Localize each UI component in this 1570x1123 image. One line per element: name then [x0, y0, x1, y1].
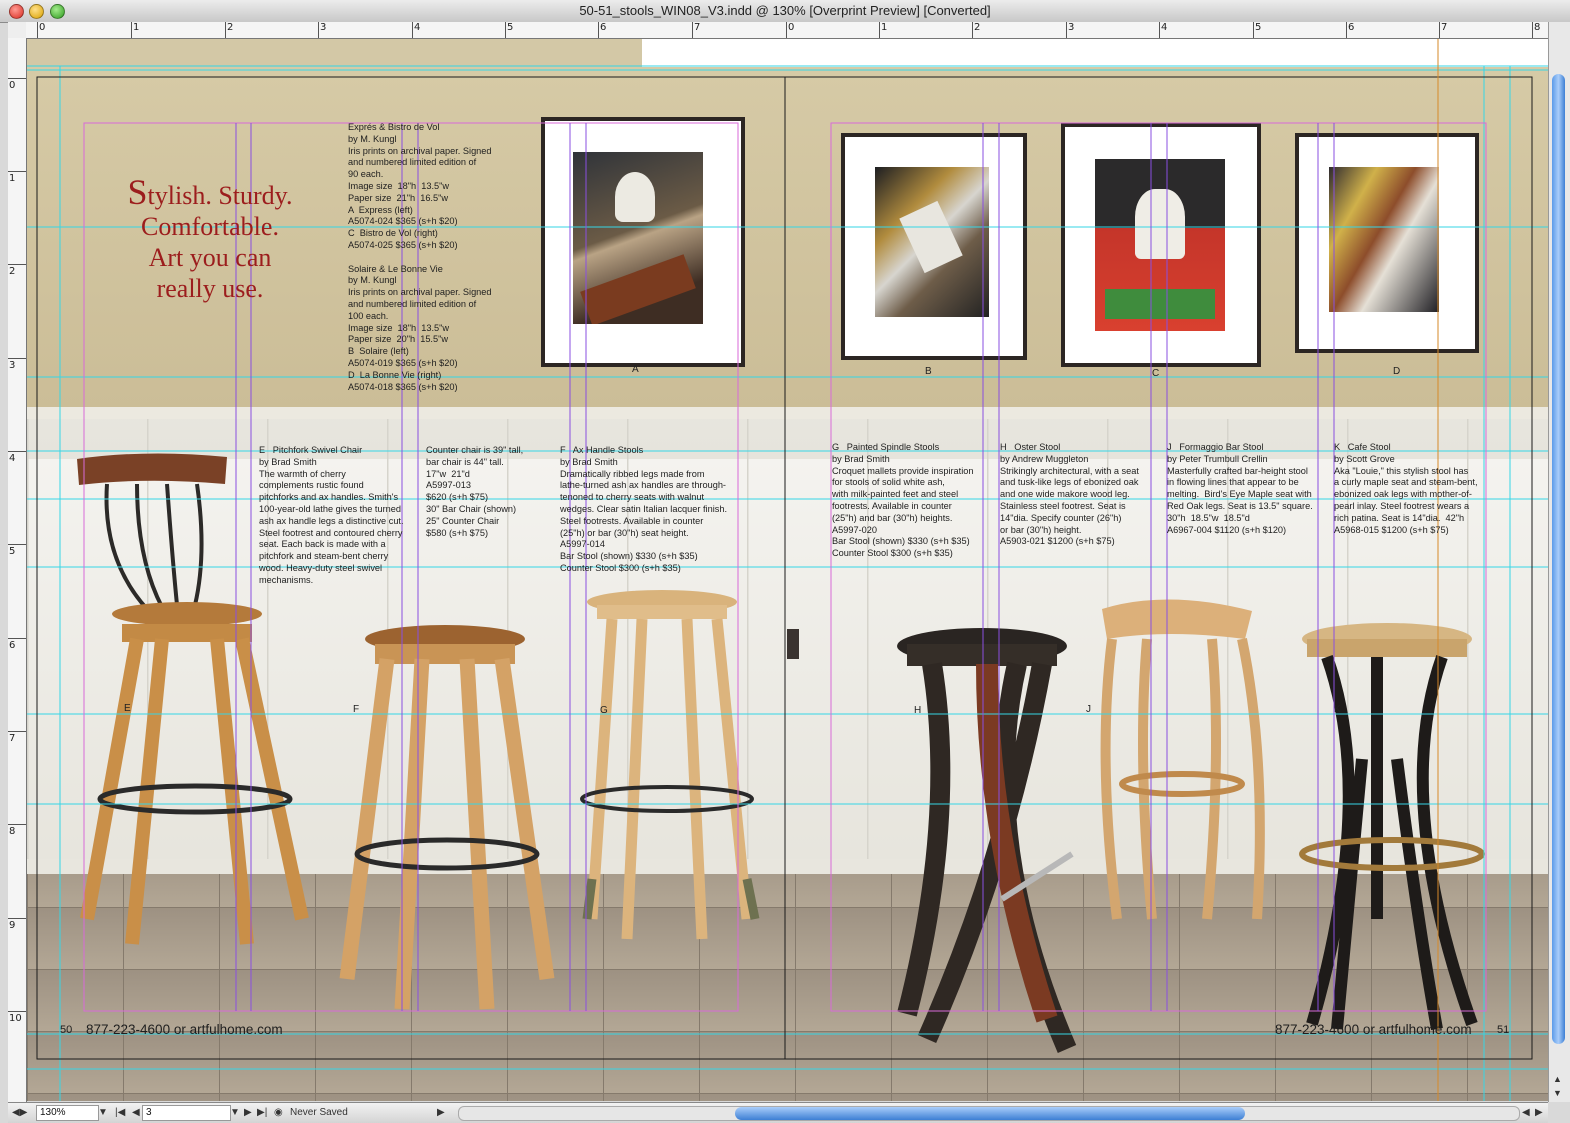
scroll-down-arrow-icon[interactable]: ▼ — [1553, 1088, 1562, 1098]
tagline-line-2: Comfortable. — [141, 212, 279, 241]
status-bar: ◀▶ 130% ▼ |◀ ◀ 3 ▼ ▶ ▶| ◉ Never Saved ▶ … — [8, 1102, 1548, 1123]
tagline-line-4: really use. — [156, 274, 264, 303]
ruler-label: 3 — [320, 22, 327, 33]
label-g: G — [600, 705, 608, 716]
poster-bistro-de-vol — [1095, 159, 1225, 331]
tagline-line-1: tylish. Sturdy. — [147, 181, 293, 210]
page-number-left: 50 — [60, 1024, 73, 1036]
ruler-label: 0 — [39, 22, 46, 33]
save-status-text: Never Saved — [290, 1107, 348, 1118]
ruler-label: 2 — [9, 266, 16, 277]
ruler-label: 6 — [600, 22, 607, 33]
ruler-label: 7 — [9, 733, 16, 744]
window-titlebar: 50-51_stools_WIN08_V3.indd @ 130% [Overp… — [0, 0, 1570, 23]
horizontal-scrollbar[interactable] — [458, 1106, 1520, 1121]
ruler-label: 3 — [1068, 22, 1075, 33]
product-j-description[interactable]: J Formaggio Bar Stool by Peter Trumbull … — [1167, 442, 1313, 536]
label-f: F — [353, 704, 360, 715]
scroll-left-arrow-icon[interactable]: ◀ — [1522, 1106, 1530, 1120]
label-e: E — [124, 703, 131, 714]
label-a: A — [632, 364, 639, 375]
ruler-label: 0 — [788, 22, 795, 33]
ruler-label: 2 — [974, 22, 981, 33]
ruler-label: 8 — [9, 826, 16, 837]
product-e-description[interactable]: E Pitchfork Swivel Chair by Brad Smith T… — [259, 445, 404, 587]
previous-page-button[interactable]: ◀ — [132, 1106, 140, 1120]
label-c: C — [1152, 368, 1160, 379]
ruler-label: 8 — [1534, 22, 1541, 33]
ruler-label: 10 — [9, 1013, 22, 1024]
ruler-label: 1 — [9, 173, 16, 184]
product-g-description[interactable]: G Painted Spindle Stools by Brad Smith C… — [832, 442, 973, 560]
headline-tagline[interactable]: Stylish. Sturdy. Comfortable. Art you ca… — [115, 174, 305, 304]
framed-print-d[interactable] — [1295, 133, 1479, 353]
zoom-dropdown-icon[interactable]: ▼ — [98, 1106, 108, 1120]
tagline-drop-letter: S — [127, 172, 148, 212]
ruler-label: 2 — [227, 22, 234, 33]
ruler-label: 9 — [9, 920, 16, 931]
vertical-scrollbar[interactable]: ▲ ▼ — [1548, 22, 1570, 1102]
label-b: B — [925, 366, 932, 377]
ruler-label: 1 — [133, 22, 140, 33]
status-menu-arrow-icon[interactable]: ▶ — [437, 1106, 445, 1120]
ruler-label: 1 — [881, 22, 888, 33]
last-page-button[interactable]: ▶| — [257, 1106, 267, 1120]
ruler-label: 4 — [414, 22, 421, 33]
toggle-view-icon[interactable]: ◀▶ — [12, 1106, 27, 1120]
document-status-icon: ◉ — [274, 1107, 283, 1118]
poster-express — [573, 152, 703, 324]
ruler-origin[interactable] — [8, 22, 27, 39]
framed-print-a[interactable] — [541, 117, 745, 367]
next-page-button[interactable]: ▶ — [244, 1106, 252, 1120]
poster-solaire — [875, 167, 989, 317]
ruler-label: 5 — [1255, 22, 1262, 33]
first-page-button[interactable]: |◀ — [115, 1106, 125, 1120]
label-h: H — [914, 705, 922, 716]
ruler-label: 4 — [1161, 22, 1168, 33]
tagline-line-3: Art you can — [148, 243, 272, 272]
page-number-right: 51 — [1497, 1024, 1510, 1036]
art-prints-description[interactable]: Exprés & Bistro de Vol by M. Kungl Iris … — [348, 122, 492, 393]
label-j: J — [1086, 704, 1091, 715]
vertical-scroll-thumb[interactable] — [1552, 74, 1565, 1044]
ruler-label: 7 — [694, 22, 701, 33]
scroll-right-arrow-icon[interactable]: ▶ — [1535, 1106, 1543, 1120]
zoom-level-field[interactable]: 130% — [36, 1105, 99, 1121]
footer-contact-left[interactable]: 877-223-4600 or artfulhome.com — [86, 1022, 283, 1037]
ruler-label: 5 — [507, 22, 514, 33]
scroll-up-arrow-icon[interactable]: ▲ — [1553, 1074, 1562, 1084]
framed-print-b[interactable] — [841, 133, 1027, 360]
horizontal-scroll-thumb[interactable] — [735, 1107, 1245, 1120]
framed-print-c[interactable] — [1061, 123, 1261, 367]
ruler-label: 6 — [1348, 22, 1355, 33]
label-d: D — [1393, 366, 1401, 377]
ruler-label: 4 — [9, 453, 16, 464]
footer-contact-right[interactable]: 877-223-4600 or artfulhome.com — [1275, 1022, 1472, 1037]
product-counter-chair-description[interactable]: Counter chair is 39" tall, bar chair is … — [426, 445, 523, 539]
label-k: K — [1334, 704, 1341, 715]
ruler-label: 6 — [9, 640, 16, 651]
ruler-label: 3 — [9, 360, 16, 371]
window-title: 50-51_stools_WIN08_V3.indd @ 130% [Overp… — [579, 3, 991, 18]
product-f-description[interactable]: F Ax Handle Stools by Brad Smith Dramati… — [560, 445, 727, 575]
product-h-description[interactable]: H Oster Stool by Andrew Muggleton Striki… — [1000, 442, 1139, 548]
page-number-field[interactable]: 3 — [142, 1105, 231, 1121]
vertical-ruler[interactable]: 0 1 2 3 4 5 6 7 8 9 10 — [8, 38, 27, 1102]
page-dropdown-icon[interactable]: ▼ — [230, 1106, 240, 1120]
poster-la-bonne-vie — [1329, 167, 1439, 312]
ruler-label: 5 — [9, 546, 16, 557]
horizontal-ruler[interactable]: 0 1 2 3 4 5 6 7 0 1 2 3 4 5 6 7 8 — [26, 22, 1548, 39]
document-canvas[interactable]: Stylish. Sturdy. Comfortable. Art you ca… — [27, 39, 1548, 1101]
ruler-label: 7 — [1441, 22, 1448, 33]
product-k-description[interactable]: K Cafe Stool by Scott Grove Aka "Louie,"… — [1334, 442, 1478, 536]
ruler-label: 0 — [9, 80, 16, 91]
